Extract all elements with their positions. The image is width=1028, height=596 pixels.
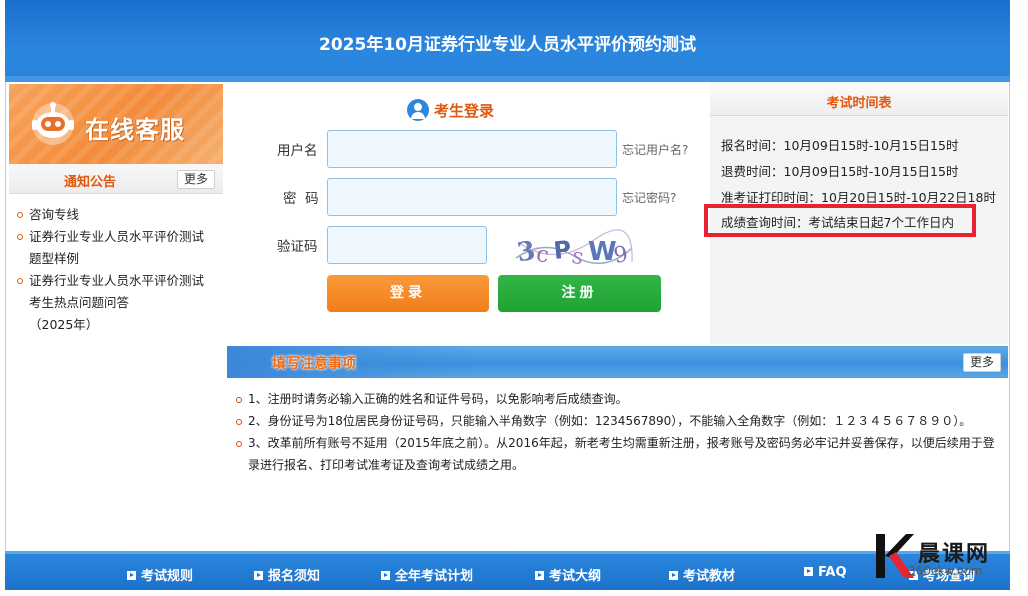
register-button[interactable]: 注册 [498, 275, 661, 312]
notes-header-bar: 填写注意事项 更多 [227, 346, 1008, 378]
notes-title: 填写注意事项 [272, 356, 356, 372]
notice-item[interactable]: 证券行业专业人员水平评价测试 考生热点问题问答 （2025年） [15, 270, 220, 336]
highlight-box [704, 204, 976, 237]
notice-item[interactable]: 证券行业专业人员水平评价测试 题型样例 [15, 226, 220, 270]
bullet-icon [236, 441, 242, 447]
user-icon [407, 99, 429, 121]
left-column: 在线客服 通知公告 更多 咨询专线 证券行业专业人员水平评价测试 题型样例 证券… [9, 82, 223, 550]
captcha-input[interactable] [328, 227, 486, 263]
note-item: 1、注册时请务必输入正确的姓名和证件号码，以免影响考后成绩查询。 [230, 388, 1006, 410]
notice-list: 咨询专线 证券行业专业人员水平评价测试 题型样例 证券行业专业人员水平评价测试 … [15, 204, 220, 336]
login-button[interactable]: 登录 [327, 275, 489, 312]
forgot-username-link[interactable]: 忘记用户名? [622, 141, 688, 158]
arrow-icon [535, 571, 544, 580]
footer-link-syllabus[interactable]: 考试大纲 [535, 565, 601, 584]
notice-item[interactable]: 咨询专线 [15, 204, 220, 226]
robot-icon [32, 102, 74, 145]
online-service-label: 在线客服 [85, 116, 185, 144]
login-panel: 考生登录 用户名 忘记用户名? 密 码 忘记密码? 验证码 3 c P s W … [227, 82, 707, 344]
bullet-icon [236, 419, 242, 425]
svg-text:c: c [534, 242, 550, 269]
watermark-url: 360ckw.com [908, 564, 983, 578]
svg-text:s: s [570, 244, 586, 271]
page-header: 2025年10月证券行业专业人员水平评价预约测试 [5, 0, 1010, 82]
password-input[interactable] [328, 179, 616, 215]
footer-link-registration-notes[interactable]: 报名须知 [254, 565, 320, 584]
bullet-icon [236, 397, 242, 403]
notice-title: 通知公告 [64, 175, 117, 190]
arrow-icon [254, 571, 263, 580]
captcha-field-box [327, 226, 487, 264]
arrow-icon [127, 571, 136, 580]
notes-list: 1、注册时请务必输入正确的姓名和证件号码，以免影响考后成绩查询。 2、身份证号为… [230, 388, 1006, 476]
arrow-icon [669, 571, 678, 580]
notice-more-button[interactable]: 更多 [177, 170, 215, 189]
footer-link-exam-rules[interactable]: 考试规则 [127, 565, 193, 584]
footer-nav: 考试规则 报名须知 全年考试计划 考试大纲 考试教材 FAQ 考场查询 [5, 551, 1010, 590]
notes-more-button[interactable]: 更多 [963, 353, 1001, 372]
note-item: 2、身份证号为18位居民身份证号码，只能输入半角数字（例如：1234567890… [230, 410, 1006, 432]
bullet-icon [17, 234, 23, 240]
captcha-label: 验证码 [277, 239, 318, 255]
svg-text:9: 9 [612, 242, 630, 269]
password-label: 密 码 [283, 191, 319, 207]
forgot-password-link[interactable]: 忘记密码? [622, 189, 676, 206]
page-title: 2025年10月证券行业专业人员水平评价预约测试 [319, 35, 696, 55]
username-label: 用户名 [277, 143, 318, 159]
footer-link-textbooks[interactable]: 考试教材 [669, 565, 735, 584]
schedule-header: 考试时间表 [710, 82, 1008, 116]
username-input[interactable] [328, 131, 616, 167]
watermark: 晨课网 360ckw.com [870, 532, 1020, 592]
bullet-icon [17, 278, 23, 284]
arrow-icon [804, 567, 813, 576]
password-field-box [327, 178, 617, 216]
captcha-image[interactable]: 3 c P s W 9 [514, 228, 634, 272]
arrow-icon [381, 571, 390, 580]
note-item: 3、改革前所有账号不延用（2015年底之前）。从2016年起，新老考生均需重新注… [230, 432, 1006, 476]
notice-header: 通知公告 更多 [9, 164, 223, 194]
online-service-banner[interactable]: 在线客服 [9, 84, 223, 164]
login-title: 考生登录 [434, 102, 495, 120]
footer-link-annual-plan[interactable]: 全年考试计划 [381, 565, 473, 584]
footer-link-faq[interactable]: FAQ [804, 565, 847, 580]
bullet-icon [17, 212, 23, 218]
schedule-row: 报名时间：10月09日15时-10月15日15时 [721, 138, 959, 153]
schedule-title: 考试时间表 [826, 96, 892, 111]
username-field-box [327, 130, 617, 168]
schedule-row: 退费时间：10月09日15时-10月15日15时 [721, 164, 959, 179]
svg-text:P: P [552, 235, 572, 265]
